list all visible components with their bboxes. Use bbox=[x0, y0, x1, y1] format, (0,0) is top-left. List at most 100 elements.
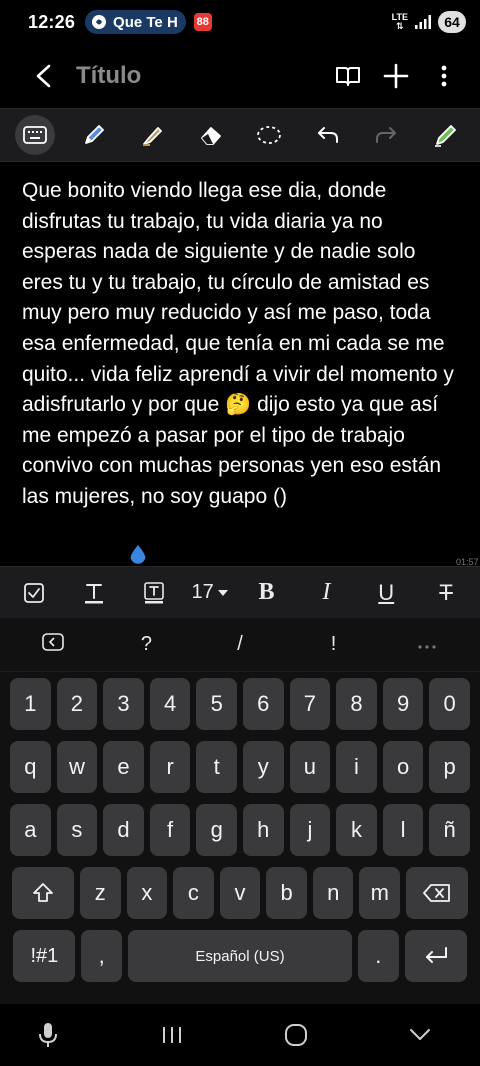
key-o[interactable]: o bbox=[382, 741, 424, 793]
symbols-key[interactable]: !#1 bbox=[13, 930, 76, 982]
recents-icon bbox=[163, 1027, 181, 1043]
battery-indicator: 64 bbox=[438, 11, 466, 33]
key-k[interactable]: k bbox=[336, 804, 377, 856]
key-u[interactable]: u bbox=[289, 741, 331, 793]
bold-button[interactable]: B bbox=[245, 571, 289, 615]
key-0[interactable]: 0 bbox=[429, 678, 470, 730]
strikethrough-button[interactable]: T bbox=[424, 571, 468, 615]
underline-button[interactable]: U bbox=[364, 571, 408, 615]
status-notification-pill[interactable]: Que Te H bbox=[85, 10, 186, 34]
key-w[interactable]: w bbox=[56, 741, 98, 793]
backspace-key[interactable] bbox=[406, 867, 469, 919]
key-6[interactable]: 6 bbox=[243, 678, 284, 730]
space-bar[interactable]: Español (US) bbox=[128, 930, 352, 982]
enter-icon bbox=[425, 947, 447, 963]
text-cursor-handle[interactable] bbox=[128, 544, 148, 566]
more-horizontal-icon bbox=[418, 645, 436, 649]
keyboard: ? / ! 1 2 3 4 5 6 7 8 9 0 q w e r t y u … bbox=[0, 618, 480, 1004]
key-a[interactable]: a bbox=[10, 804, 51, 856]
key-4[interactable]: 4 bbox=[149, 678, 191, 730]
number-row: 1 2 3 4 5 6 7 8 9 0 bbox=[0, 678, 480, 730]
key-m[interactable]: m bbox=[359, 867, 401, 919]
more-options-button[interactable] bbox=[420, 52, 468, 100]
suggestion-3[interactable]: ! bbox=[314, 633, 354, 656]
key-j[interactable]: j bbox=[289, 804, 331, 856]
lasso-icon bbox=[257, 126, 282, 144]
shift-icon bbox=[33, 883, 53, 902]
hide-keyboard-button[interactable] bbox=[390, 1011, 450, 1059]
key-v[interactable]: v bbox=[219, 867, 261, 919]
key-b[interactable]: b bbox=[266, 867, 307, 919]
suggestion-1[interactable]: ? bbox=[126, 633, 166, 656]
undo-icon bbox=[317, 127, 338, 143]
add-button[interactable] bbox=[372, 52, 420, 100]
key-h[interactable]: h bbox=[243, 804, 284, 856]
key-p[interactable]: p bbox=[429, 741, 470, 793]
eraser-tool-button[interactable] bbox=[191, 115, 231, 155]
back-arrow-icon bbox=[36, 64, 51, 88]
more-vertical-icon bbox=[441, 65, 447, 87]
key-c[interactable]: c bbox=[173, 867, 214, 919]
note-header: Título bbox=[0, 48, 480, 104]
key-8[interactable]: 8 bbox=[336, 678, 377, 730]
key-5[interactable]: 5 bbox=[196, 678, 237, 730]
key-i[interactable]: i bbox=[336, 741, 377, 793]
home-button[interactable] bbox=[266, 1011, 326, 1059]
key-2[interactable]: 2 bbox=[56, 678, 98, 730]
key-d[interactable]: d bbox=[103, 804, 144, 856]
key-3[interactable]: 3 bbox=[103, 678, 144, 730]
dropdown-arrow-icon bbox=[217, 589, 228, 596]
note-text-area[interactable]: Que bonito viendo llega ese dia, donde d… bbox=[22, 176, 460, 513]
key-s[interactable]: s bbox=[56, 804, 98, 856]
battery-level: 64 bbox=[444, 14, 460, 30]
keyboard-more-button[interactable] bbox=[407, 633, 447, 656]
pen-tool-button[interactable] bbox=[74, 115, 114, 155]
period-key[interactable]: . bbox=[358, 930, 399, 982]
text-format-toolbar: 17 B I U T bbox=[0, 566, 480, 618]
handwriting-to-text-button[interactable] bbox=[425, 115, 465, 155]
letter-row-2: a s d f g h j k l ñ bbox=[0, 804, 480, 856]
back-button[interactable] bbox=[20, 52, 68, 100]
status-pill-text: Que Te H bbox=[113, 13, 178, 31]
key-l[interactable]: l bbox=[382, 804, 424, 856]
chevron-down-icon bbox=[410, 1029, 430, 1040]
undo-button[interactable] bbox=[308, 115, 348, 155]
key-9[interactable]: 9 bbox=[382, 678, 424, 730]
reading-mode-button[interactable] bbox=[324, 52, 372, 100]
suggestion-2[interactable]: / bbox=[220, 633, 260, 656]
key-1[interactable]: 1 bbox=[10, 678, 51, 730]
font-size-selector[interactable]: 17 bbox=[191, 581, 228, 604]
text-color-button[interactable] bbox=[72, 571, 116, 615]
keyboard-back-icon bbox=[41, 632, 64, 651]
lasso-select-button[interactable] bbox=[249, 115, 289, 155]
key-r[interactable]: r bbox=[149, 741, 191, 793]
notification-app-icon: 88 bbox=[193, 13, 212, 31]
key-e[interactable]: e bbox=[103, 741, 144, 793]
underline-label: U bbox=[378, 579, 395, 605]
recent-apps-button[interactable] bbox=[142, 1011, 202, 1059]
key-7[interactable]: 7 bbox=[289, 678, 331, 730]
shift-key[interactable] bbox=[11, 867, 74, 919]
key-x[interactable]: x bbox=[126, 867, 168, 919]
redo-button[interactable] bbox=[366, 115, 406, 155]
key-n[interactable]: n bbox=[312, 867, 354, 919]
key-f[interactable]: f bbox=[149, 804, 191, 856]
key-q[interactable]: q bbox=[10, 741, 51, 793]
eraser-icon bbox=[200, 127, 221, 145]
keyboard-collapse-button[interactable] bbox=[33, 632, 73, 657]
key-z[interactable]: z bbox=[79, 867, 121, 919]
keyboard-mode-button[interactable] bbox=[15, 115, 56, 155]
highlighter-tool-button[interactable] bbox=[132, 115, 172, 155]
key-y[interactable]: y bbox=[243, 741, 284, 793]
text-background-button[interactable] bbox=[132, 571, 176, 615]
enter-key[interactable] bbox=[404, 930, 467, 982]
checkbox-button[interactable] bbox=[12, 571, 56, 615]
italic-button[interactable]: I bbox=[304, 571, 348, 615]
key-g[interactable]: g bbox=[196, 804, 237, 856]
keyboard-icon bbox=[23, 126, 48, 144]
comma-key[interactable]: , bbox=[81, 930, 122, 982]
key-n-tilde[interactable]: ñ bbox=[429, 804, 470, 856]
key-t[interactable]: t bbox=[196, 741, 237, 793]
voice-input-button[interactable] bbox=[18, 1011, 78, 1059]
note-title[interactable]: Título bbox=[76, 62, 141, 90]
